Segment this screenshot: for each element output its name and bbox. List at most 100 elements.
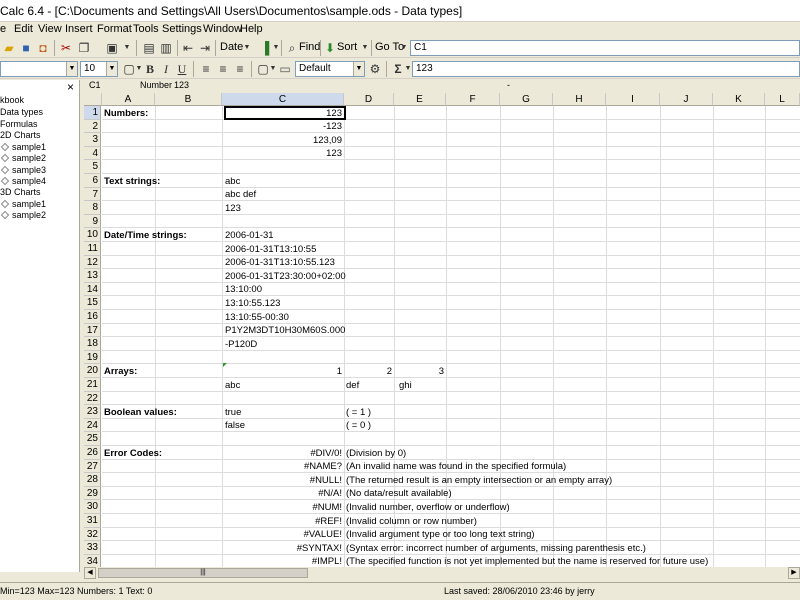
row-header[interactable]: 4 [84,146,101,161]
cell-d31[interactable]: (Invalid column or row number) [346,515,477,528]
row-header[interactable]: 1 [84,106,101,120]
row-header[interactable]: 10 [84,228,101,242]
column-header-e[interactable]: E [394,93,446,106]
menu-view[interactable]: View [38,23,62,35]
font-size-input[interactable]: 10 ▼ [80,61,118,77]
tree-item-3d-sample1[interactable]: sample1 [0,199,46,209]
cell-d26[interactable]: (Division by 0) [346,447,406,460]
menu-settings[interactable]: Settings [162,23,202,35]
row-header[interactable]: 17 [84,323,101,338]
italic-button[interactable]: I [158,61,174,77]
cell-c7[interactable]: abc def [225,188,256,201]
scroll-right-icon[interactable]: ▶ [788,567,800,579]
cell-c3[interactable]: 123,09 [224,134,342,147]
cell-a26[interactable]: Error Codes: [104,447,162,460]
row-header[interactable]: 27 [84,459,101,474]
tree-item-2d-charts[interactable]: 2D Charts [0,130,41,140]
cell-a10[interactable]: Date/Time strings: [104,229,187,242]
row-header[interactable]: 25 [84,432,101,446]
cell-c20[interactable]: 1 [224,365,342,378]
cell-c31[interactable]: #REF! [224,515,342,528]
column-header-l[interactable]: L [765,93,800,106]
paste-dropdown-icon[interactable]: ▼ [119,40,135,56]
cell-c14[interactable]: 13:10:00 [225,283,262,296]
cell-c11[interactable]: 2006-01-31T13:10:55 [225,243,316,256]
chevron-down-icon[interactable]: ▼ [66,62,77,76]
column-header-h[interactable]: H [553,93,606,106]
cell-d20[interactable]: 2 [346,365,392,378]
row-header[interactable]: 21 [84,378,101,392]
column-header-f[interactable]: F [446,93,500,106]
row-header[interactable]: 11 [84,242,101,256]
row-header[interactable]: 23 [84,405,101,419]
cell-d29[interactable]: (No data/result available) [346,487,452,500]
cell-c2[interactable]: -123 [224,120,342,133]
tree-item-3d-sample2[interactable]: sample2 [0,210,46,220]
cell-c26[interactable]: #DIV/0! [224,447,342,460]
cell-c16[interactable]: 13:10:55-00:30 [225,311,289,324]
print-icon[interactable]: ▤ [141,40,157,56]
cell-e20[interactable]: 3 [396,365,444,378]
column-header-a[interactable]: A [102,93,155,106]
row-header[interactable]: 22 [84,391,101,406]
column-header-b[interactable]: B [155,93,222,106]
copy-icon[interactable]: ❐ [76,40,92,56]
tree-item-2d-sample3[interactable]: sample3 [0,165,46,175]
cell-d30[interactable]: (Invalid number, overflow or underflow) [346,501,510,514]
find-icon[interactable]: ⌕ [284,40,300,56]
cell-d21[interactable]: def [346,379,359,392]
menu-file[interactable]: e [0,23,6,35]
print-preview-icon[interactable]: ◘ [35,40,51,56]
close-icon[interactable]: × [67,80,74,94]
cell-a20[interactable]: Arrays: [104,365,137,378]
row-header[interactable]: 9 [84,214,101,229]
chevron-down-icon[interactable]: ▼ [106,62,117,76]
menu-edit[interactable]: Edit [14,23,33,35]
cell-c32[interactable]: #VALUE! [224,528,342,541]
menu-tools[interactable]: Tools [133,23,159,35]
row-header[interactable]: 15 [84,296,101,310]
tree-item-workbook[interactable]: kbook [0,95,24,105]
tree-item-2d-sample1[interactable]: sample1 [0,142,46,152]
cell-c21[interactable]: abc [225,379,240,392]
date-dropdown-icon[interactable]: ▼ [239,40,255,56]
align-left-icon[interactable]: ≡ [198,61,214,77]
cell-c15[interactable]: 13:10:55.123 [225,297,280,310]
bold-button[interactable]: B [142,61,158,77]
sort-button[interactable]: Sort [337,41,357,53]
column-header-i[interactable]: I [606,93,660,106]
cell-a23[interactable]: Boolean values: [104,406,177,419]
row-header[interactable]: 18 [84,337,101,351]
cell-d32[interactable]: (Invalid argument type or too long text … [346,528,535,541]
menu-format[interactable]: Format [97,23,132,35]
menu-window[interactable]: Window [203,23,242,35]
row-header[interactable]: 2 [84,119,101,134]
cell-d27[interactable]: (An invalid name was found in the specif… [346,460,566,473]
tree-item-2d-sample2[interactable]: sample2 [0,153,46,163]
cell-c33[interactable]: #SYNTAX! [224,542,342,555]
align-right-icon[interactable]: ≡ [232,61,248,77]
row-header[interactable]: 19 [84,350,101,365]
cell-c27[interactable]: #NAME? [224,460,342,473]
style-select[interactable]: Default ▼ [295,61,365,77]
cell-c4[interactable]: 123 [224,147,342,160]
row-header[interactable]: 13 [84,269,101,283]
cell-d23[interactable]: ( = 1 ) [346,406,371,419]
select-all-corner[interactable] [84,93,102,106]
column-header-d[interactable]: D [344,93,394,106]
row-header[interactable]: 34 [84,554,101,567]
sort-icon[interactable]: ⬇ [322,40,338,56]
cell-c13[interactable]: 2006-01-31T23:30:00+02:00 [225,270,346,283]
row-header[interactable]: 28 [84,473,101,487]
cell-c29[interactable]: #N/A! [224,487,342,500]
row-header[interactable]: 12 [84,255,101,270]
cell-d34[interactable]: (The specified function is not yet imple… [346,555,708,567]
row-header[interactable]: 5 [84,160,101,174]
row-header[interactable]: 6 [84,174,101,188]
export-icon[interactable]: ▥ [158,40,174,56]
column-header-c[interactable]: C [222,93,344,106]
cell-d28[interactable]: (The returned result is an empty interse… [346,474,612,487]
goto-input[interactable]: C1 [410,40,800,56]
row-header[interactable]: 3 [84,133,101,147]
tree-item-2d-sample4[interactable]: sample4 [0,176,46,186]
